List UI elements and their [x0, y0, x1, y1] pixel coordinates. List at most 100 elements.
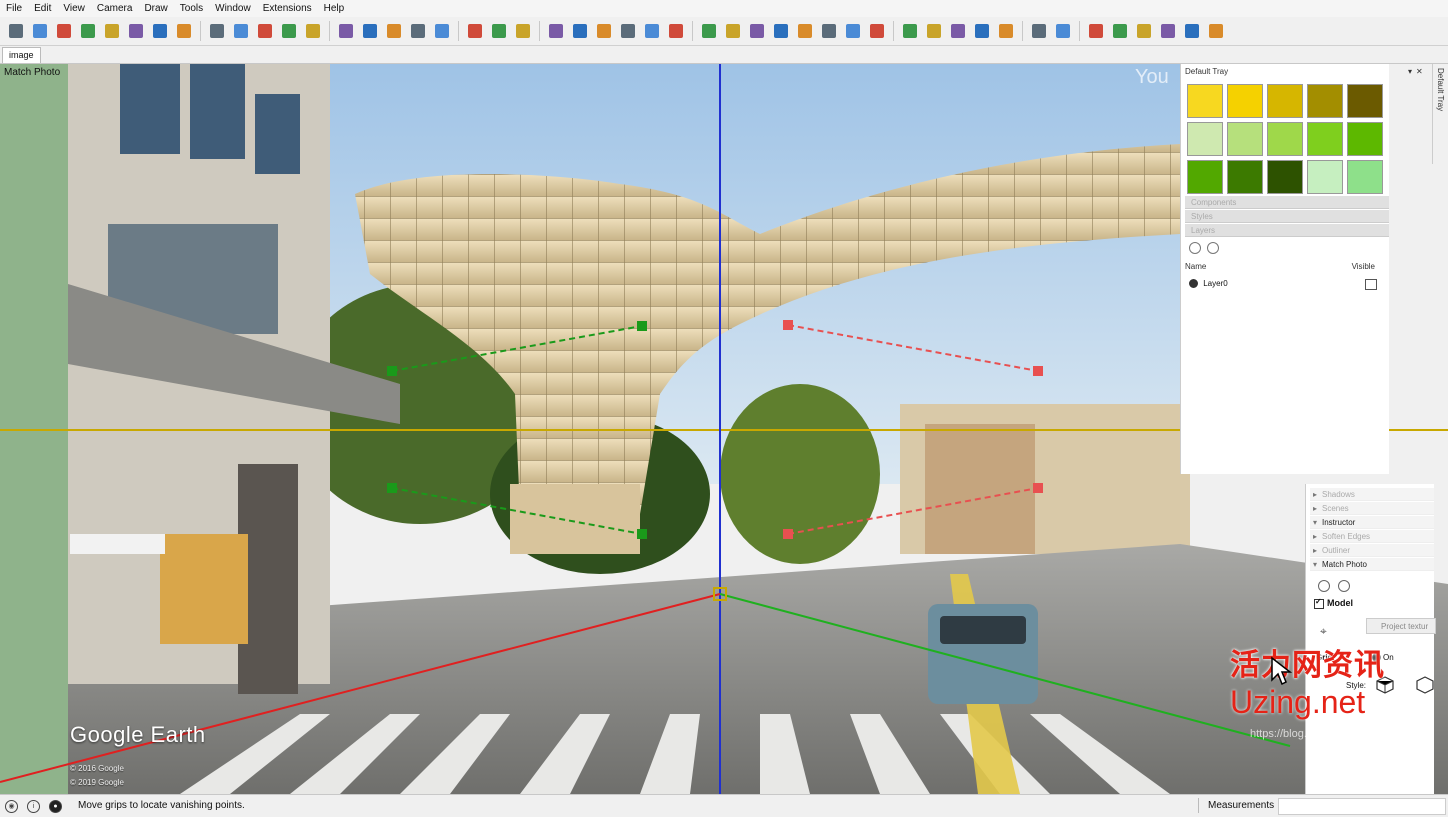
material-icon[interactable] [723, 21, 743, 41]
component-icon[interactable] [207, 21, 227, 41]
menu-file[interactable]: File [0, 3, 28, 14]
model-checkbox-row[interactable]: Model [1314, 597, 1353, 609]
material-swatch-7[interactable] [1227, 122, 1263, 156]
paint-icon[interactable] [54, 21, 74, 41]
material-swatch-1[interactable] [1187, 84, 1223, 118]
grid-2-icon[interactable] [570, 21, 590, 41]
blue-diamond-icon[interactable] [1053, 21, 1073, 41]
pin-icon[interactable]: ▾ [1408, 67, 1412, 76]
material-swatch-5[interactable] [1347, 84, 1383, 118]
solid-sub-icon[interactable] [279, 21, 299, 41]
material-swatch-4[interactable] [1307, 84, 1343, 118]
panel-layers[interactable]: Layers [1185, 224, 1389, 237]
red-grip-4[interactable] [1033, 483, 1043, 493]
material-swatch-3[interactable] [1267, 84, 1303, 118]
green-grip-1[interactable] [387, 366, 397, 376]
measure-tape-icon[interactable] [126, 21, 146, 41]
menu-edit[interactable]: Edit [28, 3, 57, 14]
dim-icon[interactable] [900, 21, 920, 41]
grid-3-icon[interactable] [594, 21, 614, 41]
crosshair-icon[interactable]: ⌖ [1320, 624, 1327, 639]
measurements-input[interactable] [1278, 798, 1446, 815]
delete-icon[interactable] [996, 21, 1016, 41]
menu-view[interactable]: View [57, 3, 91, 14]
tab-image[interactable]: image [2, 47, 41, 63]
panel-outliner[interactable]: Outliner [1310, 544, 1434, 557]
section-plane-icon[interactable] [336, 21, 356, 41]
plus-icon[interactable] [489, 21, 509, 41]
close-tray-icon[interactable]: ✕ [1416, 67, 1423, 76]
material-swatch-2[interactable] [1227, 84, 1263, 118]
equal-icon[interactable] [513, 21, 533, 41]
eraser-icon[interactable] [78, 21, 98, 41]
align-center-icon[interactable] [408, 21, 428, 41]
pencil-icon[interactable] [972, 21, 992, 41]
line-icon[interactable] [174, 21, 194, 41]
warning-icon[interactable] [1206, 21, 1226, 41]
green-grip-3[interactable] [387, 483, 397, 493]
material-swatch-13[interactable] [1267, 160, 1303, 194]
dim-x-icon[interactable] [924, 21, 944, 41]
user-icon[interactable]: ● [49, 800, 62, 813]
align-left-icon[interactable] [384, 21, 404, 41]
model-checkbox[interactable] [1314, 597, 1324, 609]
material-swatch-8[interactable] [1267, 122, 1303, 156]
select-orbit-icon[interactable] [6, 21, 26, 41]
material-swatch-11[interactable] [1187, 160, 1223, 194]
green-grip-4[interactable] [637, 529, 647, 539]
panel-shadows[interactable]: Shadows [1310, 488, 1434, 501]
flag-icon[interactable] [1182, 21, 1202, 41]
menu-camera[interactable]: Camera [91, 3, 139, 14]
texture-icon[interactable] [699, 21, 719, 41]
red-grip-1[interactable] [783, 320, 793, 330]
camera-icon[interactable] [747, 21, 767, 41]
grid-5-icon[interactable] [642, 21, 662, 41]
material-swatch-9[interactable] [1307, 122, 1343, 156]
section-display-icon[interactable] [360, 21, 380, 41]
remove-layer-icon[interactable] [1207, 242, 1219, 254]
edit-photo-icon[interactable] [1338, 580, 1350, 592]
tray-side-tab[interactable]: Default Tray [1432, 64, 1448, 164]
group-icon[interactable] [231, 21, 251, 41]
scatter-icon[interactable] [795, 21, 815, 41]
menu-tools[interactable]: Tools [174, 3, 209, 14]
add-photo-icon[interactable] [1318, 580, 1330, 592]
blue-tag-icon[interactable] [1029, 21, 1049, 41]
style-outside-icon[interactable] [1416, 676, 1434, 694]
menu-extensions[interactable]: Extensions [257, 3, 318, 14]
material-swatch-14[interactable] [1307, 160, 1343, 194]
menu-draw[interactable]: Draw [138, 3, 173, 14]
window-icon[interactable] [843, 21, 863, 41]
red-grip-3[interactable] [783, 529, 793, 539]
grid-1-icon[interactable] [546, 21, 566, 41]
panel-icon[interactable] [948, 21, 968, 41]
checker-icon[interactable] [771, 21, 791, 41]
panel-styles[interactable]: Styles [1185, 210, 1389, 223]
link-icon[interactable] [819, 21, 839, 41]
panel-match-photo[interactable]: Match Photo [1310, 558, 1434, 571]
window-2-icon[interactable] [867, 21, 887, 41]
geo-location-icon[interactable]: ◉ [5, 800, 18, 813]
menu-help[interactable]: Help [318, 3, 351, 14]
panel-scenes[interactable]: Scenes [1310, 502, 1434, 515]
project-textures-button[interactable]: Project textur [1366, 618, 1436, 634]
menu-window[interactable]: Window [209, 3, 257, 14]
shaded-icon[interactable] [102, 21, 122, 41]
panel-soften-edges[interactable]: Soften Edges [1310, 530, 1434, 543]
layer-visible-icon[interactable] [1365, 279, 1377, 290]
align-right-icon[interactable] [432, 21, 452, 41]
material-swatch-15[interactable] [1347, 160, 1383, 194]
help-icon[interactable] [150, 21, 170, 41]
minus-icon[interactable] [465, 21, 485, 41]
add-layer-icon[interactable] [1189, 242, 1201, 254]
zoom-icon[interactable] [30, 21, 50, 41]
layer-active-radio[interactable] [1189, 279, 1198, 289]
green-diamond-icon[interactable] [1110, 21, 1130, 41]
material-swatch-6[interactable] [1187, 122, 1223, 156]
solid-union-icon[interactable] [255, 21, 275, 41]
grid-6-icon[interactable] [666, 21, 686, 41]
credits-icon[interactable]: i [27, 800, 40, 813]
grid-4-icon[interactable] [618, 21, 638, 41]
yellow-diamond-icon[interactable] [1086, 21, 1106, 41]
red-grip-2[interactable] [1033, 366, 1043, 376]
